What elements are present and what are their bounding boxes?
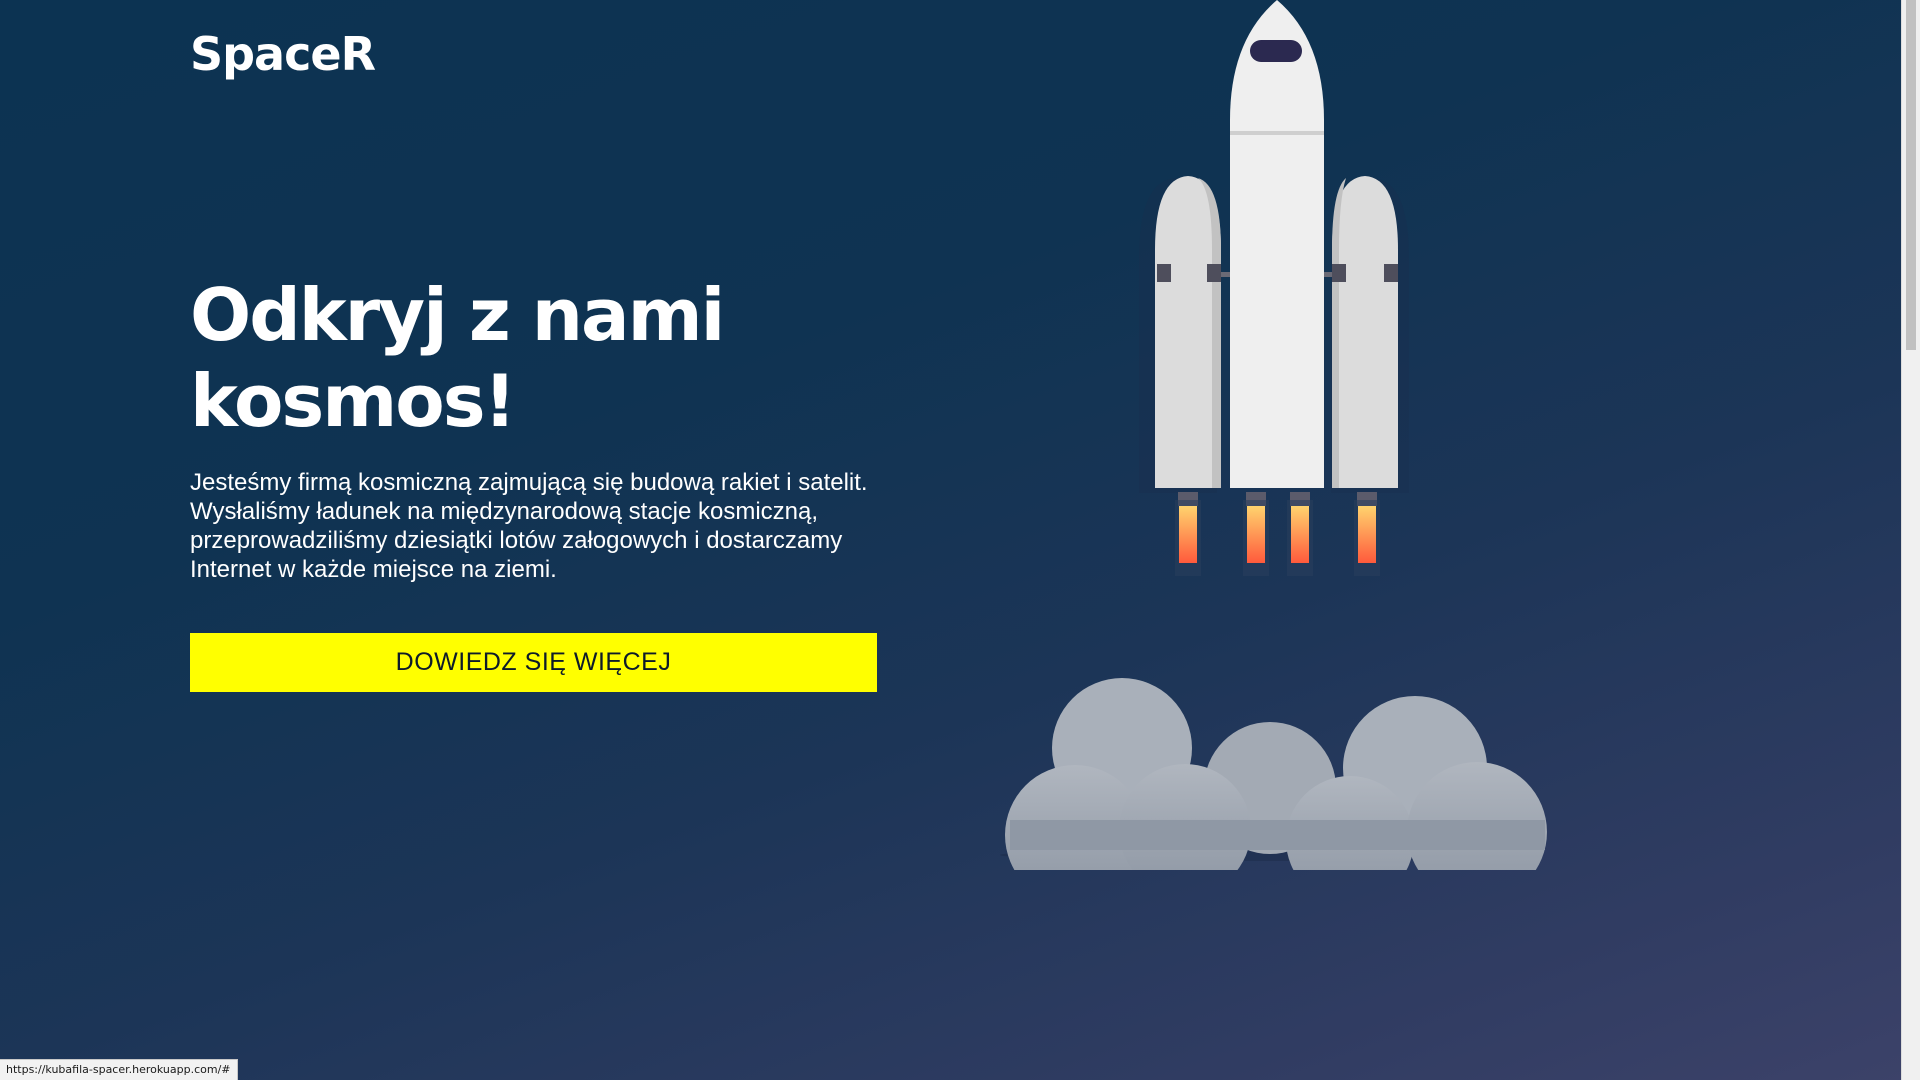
hero-title-line-2: kosmos! bbox=[190, 359, 516, 443]
right-booster bbox=[1332, 176, 1398, 488]
hero-title: Odkryj z nami kosmos! bbox=[190, 272, 750, 444]
smoke-cloud bbox=[1000, 678, 1547, 870]
vertical-scrollbar[interactable] bbox=[1901, 0, 1920, 1080]
engine-nozzles bbox=[1175, 492, 1380, 576]
left-booster bbox=[1155, 176, 1221, 488]
rocket-launch-illustration bbox=[1000, 0, 1547, 870]
rocket-window bbox=[1250, 40, 1302, 62]
core-stage bbox=[1230, 0, 1324, 488]
hero-title-line-1: Odkryj z nami bbox=[190, 273, 725, 357]
site-logo[interactable]: SpaceR bbox=[190, 22, 376, 86]
page: SpaceR Odkryj z nami kosmos! Jesteśmy fir… bbox=[0, 0, 1901, 1080]
engine-flames bbox=[1179, 506, 1376, 563]
link-status-bar: https://kubafila-spacer.herokuapp.com/# bbox=[0, 1059, 238, 1080]
scrollbar-thumb[interactable] bbox=[1906, 0, 1916, 350]
hero-description: Jesteśmy firmą kosmiczną zajmującą się b… bbox=[190, 469, 868, 583]
learn-more-button[interactable]: DOWIEDZ SIĘ WIĘCEJ bbox=[190, 633, 877, 692]
rocket-group bbox=[1139, 0, 1409, 576]
